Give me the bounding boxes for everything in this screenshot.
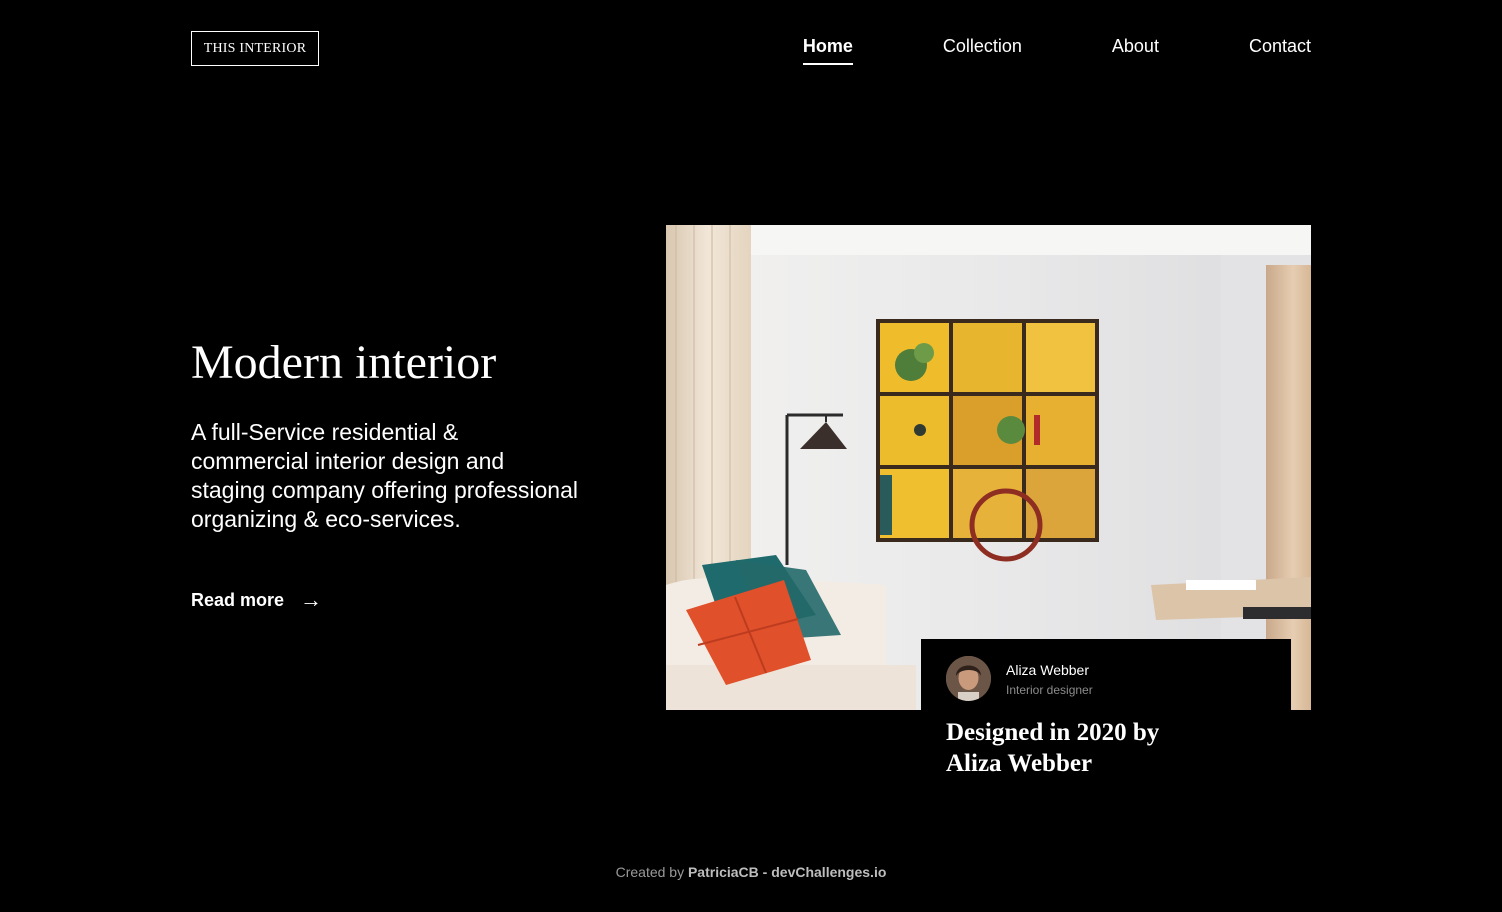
designer-card: Aliza Webber Interior designer Designed … (921, 639, 1291, 799)
card-title: Designed in 2020 by Aliza Webber (946, 719, 1160, 777)
nav-about[interactable]: About (1112, 36, 1159, 65)
logo-text: THIS INTERIOR (203, 40, 307, 56)
footer-author[interactable]: PatriciaCB (688, 864, 759, 880)
footer: Created by PatriciaCB - devChallenges.io (0, 864, 1502, 880)
logo[interactable]: THIS INTERIOR (191, 31, 319, 66)
hero-description: A full-Service residential & commercial … (191, 419, 578, 532)
read-more-label: Read more (191, 589, 285, 610)
author-row: Aliza Webber Interior designer (946, 656, 1291, 701)
nav-home[interactable]: Home (802, 36, 853, 65)
hero-image (666, 225, 1311, 710)
hero-title: Modern interior (191, 336, 497, 389)
arrow-right-icon: → (300, 587, 323, 612)
author-name: Aliza Webber (1006, 661, 1090, 678)
read-more-link[interactable]: Read more → (191, 589, 322, 611)
footer-prefix: Created by (615, 864, 685, 880)
avatar-portrait (946, 656, 991, 701)
footer-site[interactable]: devChallenges.io (771, 864, 886, 880)
main-nav: Home Collection About Contact (802, 36, 1311, 65)
avatar (946, 656, 991, 701)
author-role: Interior designer (1006, 682, 1093, 697)
nav-contact[interactable]: Contact (1249, 36, 1311, 65)
living-room-illustration (666, 225, 1311, 710)
author-info: Aliza Webber Interior designer (1006, 661, 1093, 697)
footer-separator: - (762, 864, 768, 880)
nav-collection[interactable]: Collection (943, 36, 1022, 65)
